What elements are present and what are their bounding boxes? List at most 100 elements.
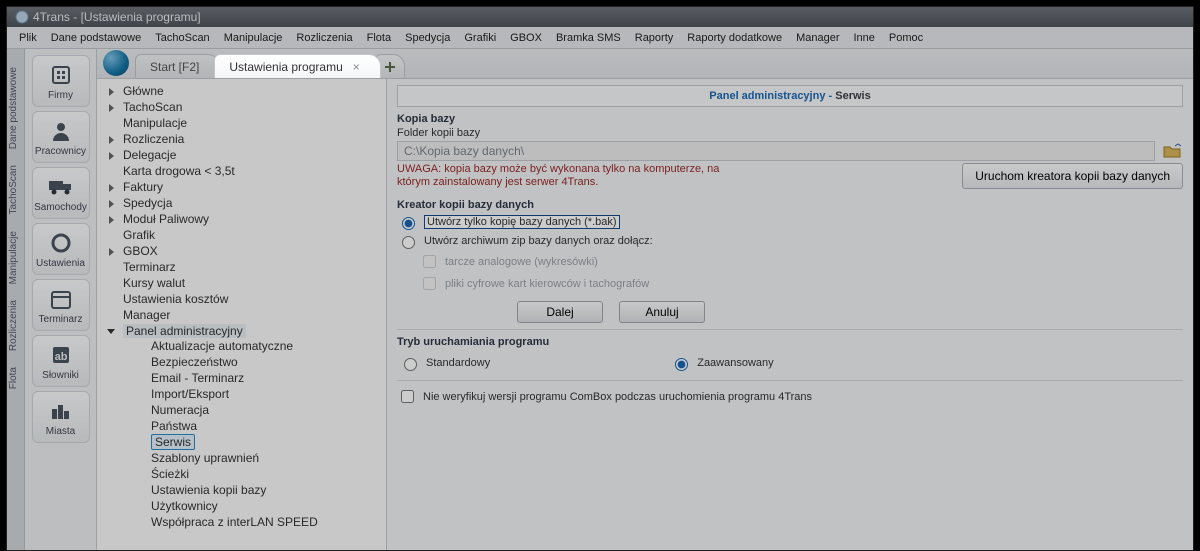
tree-item: Użytkownicy <box>137 498 382 514</box>
radio-zip-input[interactable] <box>402 236 415 249</box>
check-digital-input <box>423 277 436 290</box>
tree-item: GBOX <box>109 243 382 259</box>
tree-item: Manipulacje <box>109 115 382 131</box>
gear-icon <box>48 230 74 256</box>
tree-item-serwis[interactable]: Serwis <box>137 434 382 450</box>
tree-item: Import/Eksport <box>137 386 382 402</box>
tree-item-panel-admin[interactable]: Panel administracyjny Aktualizacje autom… <box>109 323 382 531</box>
divider <box>397 329 1183 330</box>
tree-item: Grafik <box>109 227 382 243</box>
app-window: 4Trans - [Ustawienia programu] Plik Dane… <box>6 6 1194 551</box>
check-digital: pliki cyfrowe kart kierowców i tachograf… <box>419 274 1183 293</box>
tree-item: Współpraca z interLAN SPEED <box>137 514 382 530</box>
panel-header-sep: - <box>825 90 835 102</box>
panel-header-left: Panel administracyjny <box>709 90 825 102</box>
titlebar: 4Trans - [Ustawienia programu] <box>7 7 1193 27</box>
radio-standard-input[interactable] <box>404 358 417 371</box>
next-button[interactable]: Dalej <box>517 301 603 323</box>
tab-label: Start [F2] <box>150 60 199 74</box>
open-folder-icon[interactable] <box>1161 141 1183 161</box>
menu-spedycja[interactable]: Spedycja <box>399 30 456 46</box>
menu-rozliczenia[interactable]: Rozliczenia <box>290 30 358 46</box>
rail-miasta[interactable]: Miasta <box>32 391 90 443</box>
panel-header-right: Serwis <box>835 90 870 102</box>
settings-tree[interactable]: Główne TachoScan Manipulacje Rozliczenia… <box>97 79 387 550</box>
work-area: Główne TachoScan Manipulacje Rozliczenia… <box>97 79 1193 550</box>
tree-item: Spedycja <box>109 195 382 211</box>
tree-item: Bezpieczeństwo <box>137 354 382 370</box>
menu-plik[interactable]: Plik <box>13 30 43 46</box>
rail-samochody[interactable]: Samochody <box>32 167 90 219</box>
tree-item: Manager <box>109 307 382 323</box>
document-tabs: Start [F2] Ustawienia programu × <box>97 49 1193 79</box>
radio-zip[interactable]: Utwórz archiwum zip bazy danych oraz doł… <box>397 233 1183 249</box>
content: Dane podstawowe TachoScan Manipulacje Ro… <box>7 49 1193 550</box>
tab-label: Ustawienia programu <box>229 60 342 74</box>
side-tab-strip: Dane podstawowe TachoScan Manipulacje Ro… <box>7 49 25 550</box>
tree-item: Państwa <box>137 418 382 434</box>
calendar-icon <box>48 286 74 312</box>
section-kopia-bazy: Kopia bazy <box>397 113 1183 125</box>
rail-label: Terminarz <box>39 314 83 325</box>
rail-label: Miasta <box>46 426 75 437</box>
radio-bak-input[interactable] <box>402 217 415 230</box>
tree-item: Terminarz <box>109 259 382 275</box>
app-orb-icon[interactable] <box>103 50 129 76</box>
city-icon <box>48 398 74 424</box>
menu-dane-podstawowe[interactable]: Dane podstawowe <box>45 30 148 46</box>
folder-label: Folder kopii bazy <box>397 127 1183 139</box>
tree-item: Email - Terminarz <box>137 370 382 386</box>
menu-raporty-dodatkowe[interactable]: Raporty dodatkowe <box>681 30 788 46</box>
menu-manager[interactable]: Manager <box>790 30 845 46</box>
radio-standard[interactable]: Standardowy <box>399 355 490 371</box>
tab-ustawienia-programu[interactable]: Ustawienia programu × <box>214 54 380 78</box>
radio-advanced[interactable]: Zaawansowany <box>670 355 773 371</box>
check-verify-input[interactable] <box>401 390 414 403</box>
run-backup-wizard-button[interactable]: Uruchom kreatora kopii bazy danych <box>962 163 1183 189</box>
side-tab-manipulacje[interactable]: Manipulacje <box>7 223 24 292</box>
plus-icon <box>384 61 396 73</box>
folder-input[interactable] <box>397 141 1155 161</box>
building-icon <box>48 62 74 88</box>
radio-advanced-input[interactable] <box>675 358 688 371</box>
radio-standard-label: Standardowy <box>426 357 490 369</box>
rail-firmy[interactable]: Firmy <box>32 55 90 107</box>
settings-panel: Panel administracyjny - Serwis Kopia baz… <box>387 79 1193 550</box>
tree-item: Główne <box>109 83 382 99</box>
rail-ustawienia[interactable]: Ustawienia <box>32 223 90 275</box>
side-tab-flota[interactable]: Flota <box>7 359 24 397</box>
divider <box>397 380 1183 381</box>
check-verify-label: Nie weryfikuj wersji programu ComBox pod… <box>423 391 812 403</box>
close-icon[interactable]: × <box>353 60 360 74</box>
check-analog: tarcze analogowe (wykresówki) <box>419 252 1183 271</box>
tab-start[interactable]: Start [F2] <box>135 54 220 78</box>
tree-item: Rozliczenia <box>109 131 382 147</box>
menu-manipulacje[interactable]: Manipulacje <box>218 30 289 46</box>
check-verify[interactable]: Nie weryfikuj wersji programu ComBox pod… <box>397 387 1183 406</box>
menu-flota[interactable]: Flota <box>361 30 397 46</box>
rail-terminarz[interactable]: Terminarz <box>32 279 90 331</box>
menu-inne[interactable]: Inne <box>847 30 880 46</box>
tree-item: Karta drogowa < 3,5t <box>109 163 382 179</box>
menu-tachoscan[interactable]: TachoScan <box>149 30 215 46</box>
menu-bramka-sms[interactable]: Bramka SMS <box>550 30 627 46</box>
warning-text: UWAGA: kopia bazy może być wykonana tylk… <box>397 163 747 189</box>
radio-bak[interactable]: Utwórz tylko kopię bazy danych (*.bak) <box>397 214 1183 230</box>
tree-item: Moduł Paliwowy <box>109 211 382 227</box>
rail-label: Samochody <box>34 202 87 213</box>
main-column: Start [F2] Ustawienia programu × Główne … <box>97 49 1193 550</box>
tree-item: Faktury <box>109 179 382 195</box>
rail-label: Słowniki <box>42 370 79 381</box>
menu-gbox[interactable]: GBOX <box>504 30 548 46</box>
rail-pracownicy[interactable]: Pracownicy <box>32 111 90 163</box>
check-analog-label: tarcze analogowe (wykresówki) <box>445 256 598 268</box>
rail-slowniki[interactable]: ab Słowniki <box>32 335 90 387</box>
cancel-button[interactable]: Anuluj <box>619 301 705 323</box>
dictionary-icon: ab <box>48 342 74 368</box>
side-tab-dane-podstawowe[interactable]: Dane podstawowe <box>7 59 24 157</box>
side-tab-rozliczenia[interactable]: Rozliczenia <box>7 292 24 359</box>
menu-raporty[interactable]: Raporty <box>629 30 680 46</box>
menu-grafiki[interactable]: Grafiki <box>458 30 502 46</box>
menu-pomoc[interactable]: Pomoc <box>883 30 929 46</box>
side-tab-tachoscan[interactable]: TachoScan <box>7 157 24 222</box>
